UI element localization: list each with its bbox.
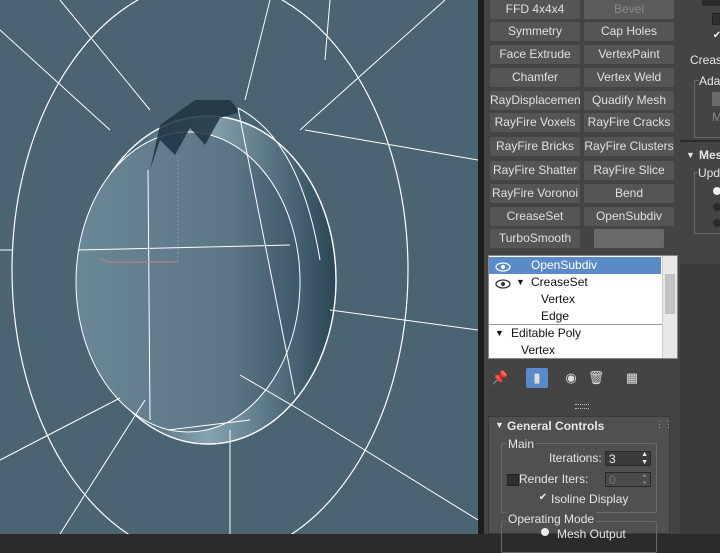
- modifier-button[interactable]: RayFire Voronoi: [490, 184, 580, 203]
- show-end-result-icon[interactable]: ▮: [526, 368, 548, 388]
- perspective-viewport[interactable]: [0, 0, 478, 534]
- stack-item[interactable]: ▼ CreaseSet: [489, 274, 661, 291]
- panel-resize-grip[interactable]: [575, 404, 589, 409]
- expand-triangle-icon[interactable]: ▼: [516, 274, 525, 291]
- rollout-divider: [680, 140, 720, 142]
- secondary-panel: ✔ Creas Ada M ▼ Mes Upd: [680, 0, 720, 534]
- stack-item[interactable]: OpenSubdiv: [489, 257, 661, 274]
- m-label: M: [712, 110, 720, 124]
- scrollbar-thumb[interactable]: [665, 274, 675, 314]
- stack-item-label: CreaseSet: [531, 275, 588, 289]
- modifier-button[interactable]: RayDisplacementMod: [490, 91, 580, 110]
- general-controls-rollout: ▼ General Controls ⋮⋮ Main Iterations: 3…: [488, 416, 673, 553]
- stack-item[interactable]: Vertex: [489, 342, 661, 358]
- modifier-button[interactable]: Face Extrude: [490, 45, 580, 64]
- stack-item[interactable]: Edge: [489, 308, 661, 325]
- modifier-button[interactable]: Quadify Mesh: [584, 91, 674, 110]
- render-iters-label: Render Iters:: [519, 472, 589, 486]
- operating-mode-group-label: Operating Mode: [506, 512, 597, 526]
- panel-lower-area: [680, 264, 720, 534]
- stack-item-label: Edge: [541, 309, 570, 323]
- remove-modifier-icon[interactable]: 🗑: [586, 368, 606, 388]
- mesh-rollout-title[interactable]: Mes: [699, 148, 720, 162]
- ada-group-box: [694, 80, 720, 138]
- modifier-button[interactable]: RayFire Voxels: [490, 113, 580, 132]
- ada-button[interactable]: [712, 92, 720, 106]
- modifier-button[interactable]: Chamfer: [490, 68, 580, 87]
- modifier-button[interactable]: RayFire Cracks: [584, 113, 674, 132]
- update-radio-2[interactable]: [713, 203, 720, 211]
- stack-item-label: Editable Poly: [511, 326, 582, 340]
- stack-divider: [489, 324, 663, 325]
- modifier-button[interactable]: FFD 4x4x4: [490, 0, 580, 19]
- stack-item[interactable]: ▼ Editable Poly: [489, 325, 661, 342]
- modifier-button[interactable]: Bend: [584, 184, 674, 203]
- modifier-button[interactable]: OpenSubdiv: [584, 207, 674, 226]
- rollout-title[interactable]: General Controls: [507, 419, 604, 433]
- modifier-button[interactable]: [594, 229, 664, 248]
- mesh-output-radio[interactable]: [541, 528, 549, 536]
- option-checkbox-2[interactable]: ✔: [712, 31, 720, 41]
- modifier-button[interactable]: CreaseSet: [490, 207, 580, 226]
- modifier-button[interactable]: Symmetry: [490, 22, 580, 41]
- stack-item-label: OpenSubdiv: [531, 258, 598, 272]
- modifier-button[interactable]: Bevel: [584, 0, 674, 19]
- iterations-spinner[interactable]: 3 ▲ ▼: [605, 451, 651, 466]
- update-radio-3[interactable]: [713, 219, 720, 227]
- mesh-output-label: Mesh Output: [557, 527, 626, 541]
- ada-label: Ada: [699, 74, 720, 88]
- render-iters-checkbox[interactable]: [507, 474, 519, 486]
- isoline-display-label: Isoline Display: [551, 492, 629, 506]
- expand-triangle-icon[interactable]: ▼: [495, 325, 504, 342]
- modifier-stack-list[interactable]: OpenSubdiv ▼ CreaseSet Vertex Edge ▼ Editable …: [488, 255, 678, 359]
- update-label: Upd: [698, 166, 720, 180]
- modifier-button[interactable]: Cap Holes: [584, 22, 674, 41]
- option-checkbox-1[interactable]: [712, 13, 720, 25]
- render-iters-spinner[interactable]: 0 ▲ ▼: [605, 472, 651, 487]
- viewport-mesh-wireframe: [0, 0, 478, 534]
- configure-modifier-sets-icon[interactable]: ▦: [622, 368, 642, 388]
- crease-label: Creas: [690, 53, 720, 67]
- isoline-display-checkbox[interactable]: ✔: [538, 493, 548, 503]
- update-radio-1[interactable]: [713, 187, 720, 195]
- modifier-stack-scrollbar[interactable]: [662, 256, 677, 358]
- visibility-eye-icon[interactable]: [495, 260, 511, 272]
- modifier-button[interactable]: RayFire Slice: [584, 161, 674, 180]
- rollout-grip-icon: ⋮⋮: [655, 419, 673, 429]
- modifier-button[interactable]: RayFire Shatter: [490, 161, 580, 180]
- modifier-button[interactable]: TurboSmooth: [490, 229, 580, 248]
- stack-item-label: Vertex: [541, 292, 576, 306]
- make-unique-icon[interactable]: ◉: [561, 368, 581, 388]
- iterations-label: Iterations:: [549, 451, 602, 465]
- modifier-button[interactable]: Vertex Weld: [584, 68, 674, 87]
- stack-item[interactable]: Vertex: [489, 291, 661, 308]
- modifier-button[interactable]: RayFire Clusters: [584, 137, 674, 156]
- main-group-label: Main: [506, 437, 537, 451]
- pin-icon[interactable]: 📌: [490, 368, 510, 388]
- modifier-button[interactable]: VertexPaint: [584, 45, 674, 64]
- rollout-collapse-icon[interactable]: ▼: [495, 420, 504, 430]
- mesh-rollout-collapse-icon[interactable]: ▼: [686, 150, 695, 160]
- visibility-eye-icon[interactable]: [495, 277, 511, 289]
- top-strip: [702, 0, 720, 6]
- modifier-button[interactable]: RayFire Bricks: [490, 137, 580, 156]
- stack-item-label: Vertex: [521, 343, 556, 357]
